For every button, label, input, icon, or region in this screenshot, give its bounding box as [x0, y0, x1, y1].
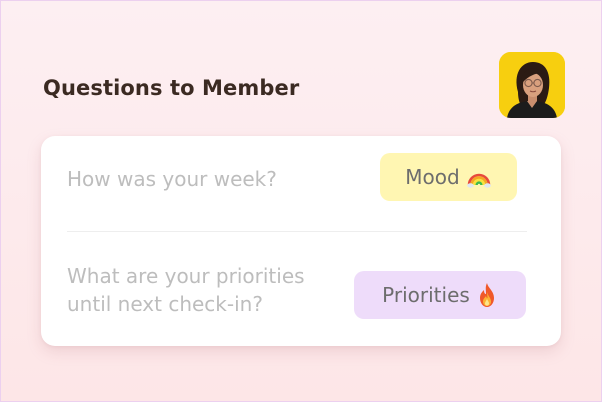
- mood-tag-label: Mood: [405, 165, 460, 189]
- divider: [67, 231, 527, 232]
- member-photo: [499, 52, 565, 118]
- check-in-panel: Questions to Member How was your week? M…: [0, 0, 602, 402]
- rainbow-icon: [466, 173, 491, 188]
- questions-card: How was your week? Mood What are your pr…: [41, 136, 561, 346]
- mood-tag[interactable]: Mood: [380, 153, 517, 201]
- page-title: Questions to Member: [43, 76, 300, 100]
- priorities-tag-label: Priorities: [382, 283, 470, 307]
- fire-icon: [479, 283, 494, 307]
- priorities-tag[interactable]: Priorities: [354, 271, 526, 319]
- question-text: What are your priorities until next chec…: [67, 264, 305, 316]
- avatar[interactable]: [499, 52, 565, 118]
- question-text: How was your week?: [67, 167, 277, 191]
